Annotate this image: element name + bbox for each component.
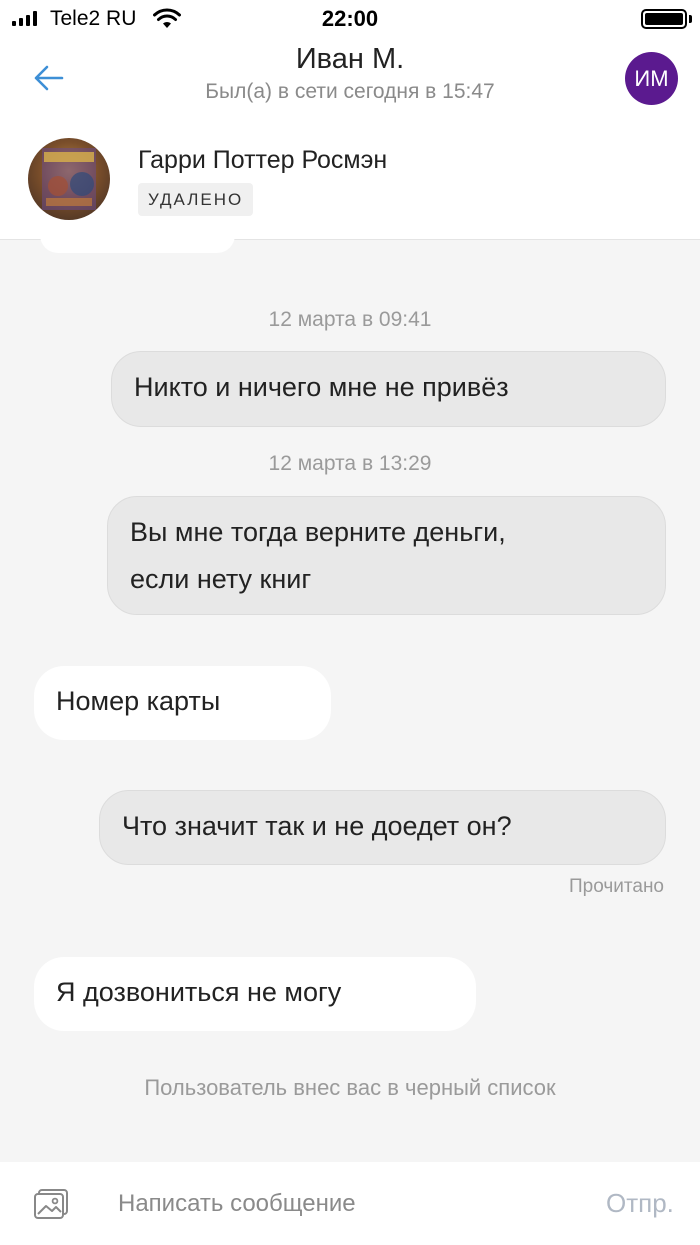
book-cover-image	[28, 138, 110, 220]
last-seen-status: Был(а) в сети сегодня в 15:47	[205, 80, 495, 103]
message-text: Никто и ничего мне не привёз	[134, 372, 509, 402]
message-timestamp: 12 марта в 13:29	[268, 452, 432, 475]
contact-name[interactable]: Иван М.	[0, 43, 700, 76]
message-text: Я дозвониться не могу	[56, 977, 342, 1007]
product-card[interactable]: Гарри Поттер Росмэн УДАЛЕНО	[0, 118, 700, 240]
incoming-message[interactable]: Я дозвониться не могу	[34, 957, 476, 1031]
clock: 22:00	[321, 6, 379, 31]
partial-message-bubble	[40, 228, 235, 253]
message-composer: Отпр.	[0, 1162, 700, 1245]
send-button[interactable]: Отпр.	[606, 1188, 674, 1219]
message-text: Номер карты	[56, 686, 221, 716]
chat-header: Иван М. Был(а) в сети сегодня в 15:47 ИМ	[0, 38, 700, 118]
status-bar: Tele2 RU 22:00	[0, 0, 700, 38]
outgoing-message[interactable]: Вы мне тогда верните деньги, если нету к…	[107, 496, 666, 615]
battery-tip	[689, 15, 692, 23]
message-timestamp: 12 марта в 09:41	[268, 308, 432, 331]
avatar[interactable]: ИМ	[625, 52, 678, 105]
message-text-line: если нету книг	[130, 564, 312, 594]
blocked-notice: Пользователь внес вас в черный список	[144, 1075, 556, 1100]
status-badge: УДАЛЕНО	[138, 183, 254, 216]
read-receipt: Прочитано	[569, 876, 664, 897]
message-text-line: Вы мне тогда верните деньги,	[130, 517, 506, 547]
battery-icon	[641, 9, 687, 29]
message-text: Что значит так и не доедет он?	[122, 811, 512, 841]
outgoing-message[interactable]: Что значит так и не доедет он?	[99, 790, 666, 865]
incoming-message[interactable]: Номер карты	[34, 666, 331, 740]
product-title: Гарри Поттер Росмэн	[138, 146, 388, 174]
attach-image-icon[interactable]	[33, 1188, 69, 1220]
outgoing-message[interactable]: Никто и ничего мне не привёз	[111, 351, 666, 427]
message-input[interactable]	[110, 1182, 580, 1226]
